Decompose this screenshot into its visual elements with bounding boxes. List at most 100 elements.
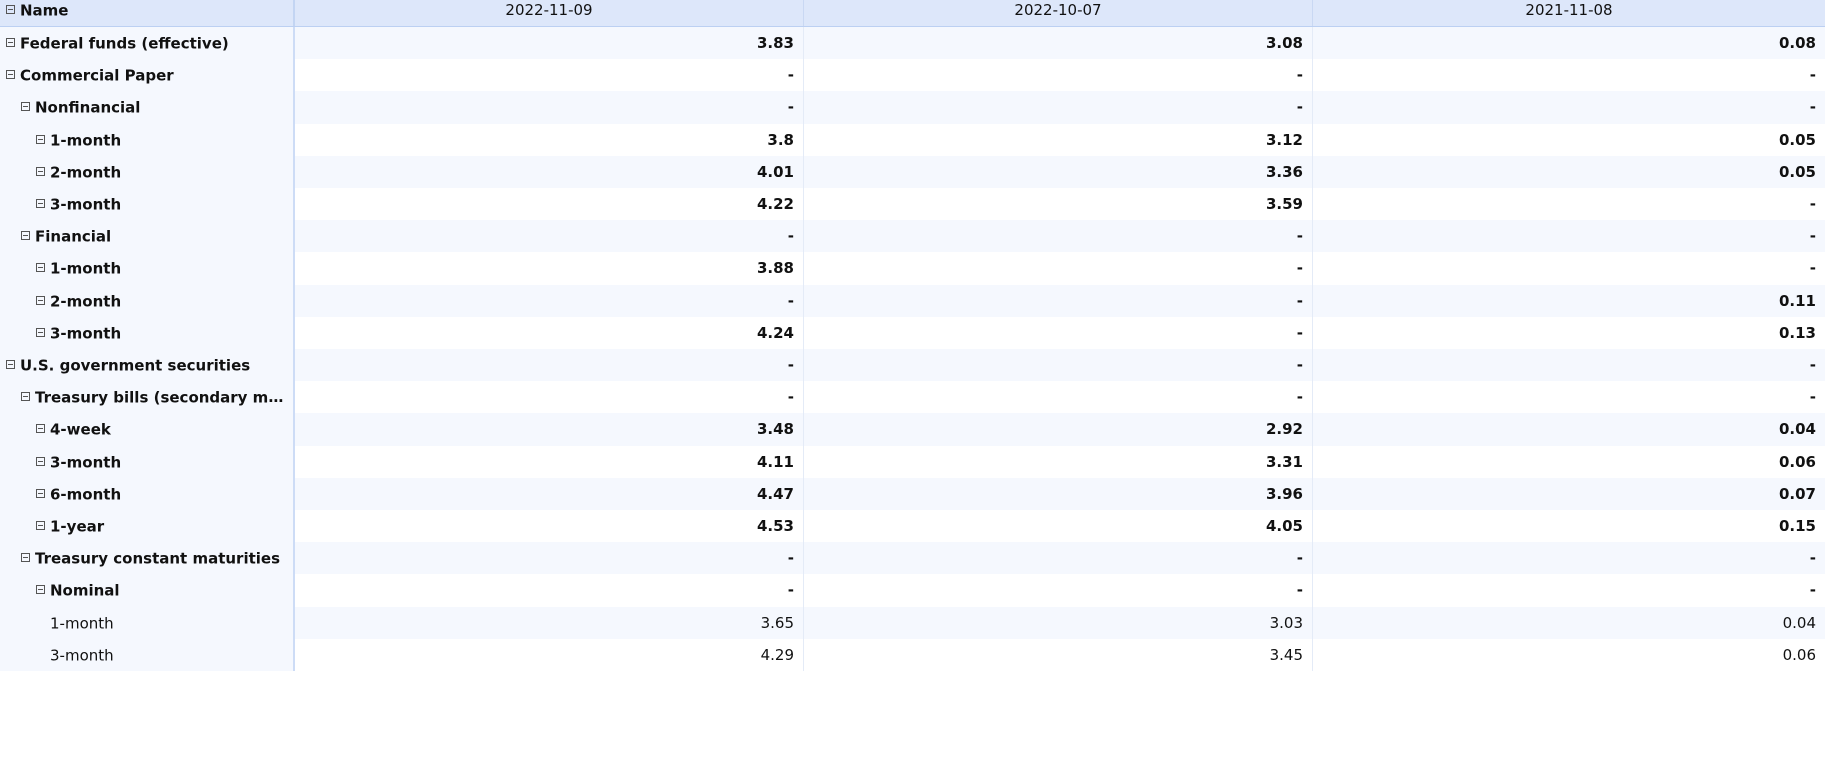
row-name-cell[interactable]: 3-month — [0, 188, 295, 221]
value-cell[interactable]: 0.07 — [1313, 477, 1825, 510]
value-cell[interactable]: 3.48 — [295, 413, 804, 446]
value-cell[interactable]: - — [295, 574, 804, 607]
value-cell[interactable]: - — [1313, 188, 1825, 221]
row-name-cell[interactable]: Financial — [0, 220, 295, 253]
table-row[interactable]: Treasury bills (secondary mark... - - - — [0, 381, 1825, 414]
collapse-toggle-icon[interactable] — [36, 295, 45, 305]
collapse-toggle-icon[interactable] — [36, 456, 45, 466]
value-cell[interactable]: 4.24 — [295, 316, 804, 349]
collapse-toggle-icon[interactable] — [36, 134, 45, 144]
value-cell[interactable]: 3.31 — [804, 445, 1313, 478]
row-name-cell[interactable]: 4-week — [0, 413, 295, 446]
collapse-toggle-icon[interactable] — [21, 102, 30, 112]
table-row[interactable]: Financial - - - — [0, 220, 1825, 253]
value-cell[interactable]: 2.92 — [804, 413, 1313, 446]
value-cell[interactable]: 3.03 — [804, 606, 1313, 639]
collapse-toggle-icon[interactable] — [6, 38, 15, 47]
value-cell[interactable]: - — [804, 381, 1313, 414]
collapse-toggle-icon[interactable] — [36, 327, 45, 337]
value-cell[interactable]: - — [804, 220, 1313, 253]
value-cell[interactable]: 4.05 — [804, 510, 1313, 543]
header-name-cell[interactable]: Name — [0, 0, 295, 26]
value-cell[interactable]: - — [1313, 542, 1825, 575]
row-name-cell[interactable]: 3-month — [0, 445, 295, 478]
table-row[interactable]: Federal funds (effective) 3.83 3.08 0.08 — [0, 27, 1825, 60]
value-cell[interactable]: - — [295, 284, 804, 317]
table-row[interactable]: 1-month 3.88- - — [0, 252, 1825, 285]
table-row[interactable]: Commercial Paper - - - — [0, 59, 1825, 92]
row-name-cell[interactable]: Treasury bills (secondary mark... — [0, 381, 295, 414]
value-cell[interactable]: 3.08 — [804, 27, 1313, 60]
collapse-toggle-icon[interactable] — [36, 521, 45, 530]
value-cell[interactable]: 3.88 — [295, 252, 804, 285]
table-row[interactable]: 6-month 4.47 3.96 0.07 — [0, 477, 1825, 510]
row-name-cell[interactable]: 1-year — [0, 510, 295, 543]
value-cell[interactable]: 4.53 — [295, 510, 804, 543]
value-cell[interactable]: 3.8 — [295, 123, 804, 156]
value-cell[interactable]: 0.13 — [1313, 316, 1825, 349]
value-cell[interactable]: 0.08 — [1313, 27, 1825, 60]
value-cell[interactable]: - — [1313, 349, 1825, 382]
value-cell[interactable]: 3.59 — [804, 188, 1313, 221]
value-cell[interactable]: - — [804, 349, 1313, 382]
table-row[interactable]: 4-week 3.48 2.92 0.04 — [0, 413, 1825, 446]
collapse-toggle-icon[interactable] — [36, 424, 45, 434]
header-date-column[interactable]: 2021-11-08 — [1313, 0, 1825, 26]
row-name-cell[interactable]: 1-month — [0, 123, 295, 156]
value-cell[interactable]: - — [1313, 220, 1825, 253]
table-row[interactable]: 2-month 4.01 3.36 0.05 — [0, 155, 1825, 188]
value-cell[interactable]: 0.05 — [1313, 155, 1825, 188]
row-name-cell[interactable]: 6-month — [0, 477, 295, 510]
collapse-toggle-icon[interactable] — [36, 263, 45, 273]
table-row[interactable]: U.S. government securities - - - — [0, 349, 1825, 382]
collapse-toggle-icon[interactable] — [36, 488, 45, 498]
table-row[interactable]: 3-month 4.22 3.59- — [0, 188, 1825, 221]
value-cell[interactable]: 3.45 — [804, 638, 1313, 671]
value-cell[interactable]: - — [1313, 59, 1825, 92]
header-date-column[interactable]: 2022-10-07 — [804, 0, 1313, 26]
value-cell[interactable]: - — [804, 252, 1313, 285]
value-cell[interactable]: 3.83 — [295, 27, 804, 60]
value-cell[interactable]: 4.22 — [295, 188, 804, 221]
table-row[interactable]: 3-month 4.11 3.31 0.06 — [0, 445, 1825, 478]
value-cell[interactable]: - — [804, 574, 1313, 607]
row-name-cell[interactable]: Nominal — [0, 574, 295, 607]
value-cell[interactable]: - — [1313, 252, 1825, 285]
value-cell[interactable]: - — [1313, 381, 1825, 414]
value-cell[interactable]: 0.15 — [1313, 510, 1825, 543]
table-row[interactable]: 3-month 4.24-0.13 — [0, 316, 1825, 349]
value-cell[interactable]: 0.04 — [1313, 413, 1825, 446]
value-cell[interactable]: - — [804, 542, 1313, 575]
value-cell[interactable]: - — [804, 284, 1313, 317]
value-cell[interactable]: 4.47 — [295, 477, 804, 510]
table-row[interactable]: Nonfinancial - - - — [0, 91, 1825, 124]
row-name-cell[interactable]: 2-month — [0, 284, 295, 317]
table-row[interactable]: Treasury constant maturities - - - — [0, 542, 1825, 575]
value-cell[interactable]: 4.01 — [295, 155, 804, 188]
table-row[interactable]: 3-month 4.29 3.45 0.06 — [0, 638, 1825, 671]
value-cell[interactable]: - — [295, 59, 804, 92]
table-row[interactable]: 1-year 4.53 4.05 0.15 — [0, 510, 1825, 543]
header-date-column[interactable]: 2022-11-09 — [295, 0, 804, 26]
value-cell[interactable]: - — [1313, 91, 1825, 124]
table-row[interactable]: Nominal - - - — [0, 574, 1825, 607]
row-name-cell[interactable]: Treasury constant maturities — [0, 542, 295, 575]
value-cell[interactable]: 3.12 — [804, 123, 1313, 156]
collapse-toggle-icon[interactable] — [36, 199, 45, 208]
collapse-toggle-icon[interactable] — [6, 360, 15, 369]
row-name-cell[interactable]: Nonfinancial — [0, 91, 295, 124]
value-cell[interactable]: 3.36 — [804, 155, 1313, 188]
value-cell[interactable]: - — [804, 316, 1313, 349]
value-cell[interactable]: 0.05 — [1313, 123, 1825, 156]
collapse-toggle-icon[interactable] — [6, 70, 15, 80]
table-row[interactable]: 1-month 3.8 3.12 0.05 — [0, 123, 1825, 156]
collapse-toggle-icon[interactable] — [36, 585, 45, 595]
value-cell[interactable]: 4.11 — [295, 445, 804, 478]
collapse-toggle-icon[interactable] — [21, 553, 30, 563]
value-cell[interactable]: 0.06 — [1313, 638, 1825, 671]
collapse-toggle-icon[interactable] — [36, 166, 45, 176]
value-cell[interactable]: - — [804, 59, 1313, 92]
value-cell[interactable]: - — [295, 349, 804, 382]
table-row[interactable]: 2-month - -0.11 — [0, 284, 1825, 317]
row-name-cell[interactable]: Commercial Paper — [0, 59, 295, 92]
